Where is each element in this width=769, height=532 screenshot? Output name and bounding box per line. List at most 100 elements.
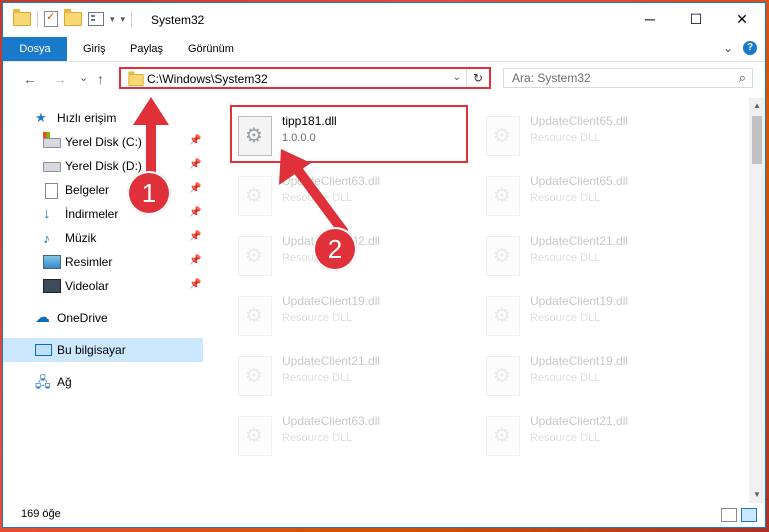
file-item[interactable]: ⚙ UpdateClient21.dll Resource DLL bbox=[480, 226, 710, 284]
pin-icon: 📌 bbox=[189, 255, 202, 266]
sidebar-item-label: Bu bilgisayar bbox=[57, 343, 126, 357]
window-title: System32 bbox=[151, 13, 205, 27]
address-path[interactable]: C:\Windows\System32 bbox=[147, 72, 268, 86]
gear-icon: ⚙ bbox=[245, 185, 263, 207]
gear-icon: ⚙ bbox=[245, 425, 263, 447]
tab-view[interactable]: Görünüm bbox=[188, 37, 234, 61]
disk-icon bbox=[43, 132, 61, 148]
pin-icon: 📌 bbox=[189, 231, 202, 242]
dll-file-icon: ⚙ bbox=[238, 236, 272, 276]
sidebar-item-network[interactable]: 🖧 Ağ bbox=[3, 370, 203, 394]
dll-file-icon: ⚙ bbox=[238, 356, 272, 396]
sidebar-item-this-pc[interactable]: Bu bilgisayar bbox=[3, 338, 203, 362]
file-name: UpdateClient19.dll bbox=[282, 294, 381, 308]
scrollbar-thumb[interactable] bbox=[752, 116, 762, 164]
chevron-down-icon[interactable]: ⌄ bbox=[453, 72, 461, 83]
maximize-button[interactable]: ☐ bbox=[673, 3, 719, 35]
scroll-up-icon[interactable]: ▲ bbox=[749, 98, 765, 114]
annotation-arrow-2 bbox=[279, 149, 348, 236]
sidebar-item-label: Müzik bbox=[65, 231, 97, 245]
gear-icon: ⚙ bbox=[493, 305, 511, 327]
tiles-view-icon[interactable] bbox=[741, 508, 757, 522]
file-description: Resource DLL bbox=[282, 312, 353, 324]
navigation-bar: ← → ⌄ ↑ C:\Windows\System32 ⌄ ↻ Ara: Sys… bbox=[3, 62, 765, 96]
vertical-scrollbar[interactable]: ▲ ▼ bbox=[749, 98, 765, 503]
view-switcher bbox=[721, 508, 757, 522]
divider bbox=[37, 11, 38, 27]
chevron-down-icon[interactable]: ▾ bbox=[110, 14, 115, 25]
expand-ribbon-icon[interactable]: ⌄ bbox=[723, 41, 733, 55]
close-button[interactable]: ✕ bbox=[719, 3, 765, 35]
download-icon: ↓ bbox=[43, 205, 51, 222]
gear-icon: ⚙ bbox=[493, 125, 511, 147]
step-1-badge: 1 bbox=[127, 171, 171, 215]
address-bar[interactable]: C:\Windows\System32 ⌄ ↻ bbox=[119, 67, 491, 89]
sidebar-item-downloads[interactable]: ↓ İndirmeler 📌 bbox=[3, 202, 203, 226]
tab-file[interactable]: Dosya bbox=[3, 37, 67, 61]
forward-arrow-icon[interactable]: → bbox=[53, 71, 67, 87]
item-count: 169 öğe bbox=[21, 508, 61, 520]
sidebar-item-label: OneDrive bbox=[57, 311, 108, 325]
sidebar-item-label: Hızlı erişim bbox=[57, 111, 117, 125]
sidebar-item-pictures[interactable]: Resimler 📌 bbox=[3, 250, 203, 274]
file-item[interactable]: ⚙ UpdateClient65.dll Resource DLL bbox=[480, 106, 710, 164]
file-item[interactable]: ⚙ UpdateClient63.dll Resource DLL bbox=[232, 406, 462, 464]
view-icon[interactable] bbox=[88, 12, 104, 26]
gear-icon: ⚙ bbox=[493, 245, 511, 267]
dll-file-icon: ⚙ bbox=[486, 296, 520, 336]
new-folder-icon[interactable] bbox=[64, 9, 82, 26]
videos-icon bbox=[43, 279, 61, 293]
file-item[interactable]: ⚙ UpdateClient19.dll Resource DLL bbox=[480, 286, 710, 344]
back-arrow-icon[interactable]: ← bbox=[23, 71, 37, 87]
gear-icon: ⚙ bbox=[245, 245, 263, 267]
ribbon-controls: ⌄ ? bbox=[723, 41, 757, 55]
quick-access-toolbar: ▾ ▾ bbox=[13, 9, 133, 27]
file-description: Resource DLL bbox=[530, 432, 601, 444]
gear-icon: ⚙ bbox=[245, 305, 263, 327]
file-name: UpdateClient65.dll bbox=[530, 114, 629, 128]
file-item[interactable]: ⚙ UpdateClient19.dll Resource DLL bbox=[232, 286, 462, 344]
recent-locations-icon[interactable]: ⌄ bbox=[79, 71, 88, 84]
pin-icon: 📌 bbox=[189, 183, 202, 194]
star-icon: ★ bbox=[35, 110, 47, 125]
gear-icon: ⚙ bbox=[493, 365, 511, 387]
up-arrow-icon[interactable]: ↑ bbox=[97, 71, 104, 87]
refresh-icon[interactable]: ↻ bbox=[466, 69, 489, 87]
search-box[interactable]: Ara: System32 ⌕ bbox=[503, 68, 753, 88]
pin-icon: 📌 bbox=[189, 207, 202, 218]
sidebar-item-onedrive[interactable]: ☁ OneDrive bbox=[3, 306, 203, 330]
minimize-button[interactable]: ─ bbox=[627, 3, 673, 35]
dll-file-icon: ⚙ bbox=[238, 176, 272, 216]
file-item[interactable]: ⚙ UpdateClient19.dll Resource DLL bbox=[480, 346, 710, 404]
sidebar-item-label: Belgeler bbox=[65, 183, 110, 197]
step-2-badge: 2 bbox=[313, 227, 357, 271]
file-name: UpdateClient21.dll bbox=[282, 354, 381, 368]
gear-icon: ⚙ bbox=[493, 185, 511, 207]
tab-home[interactable]: Giriş bbox=[83, 37, 106, 61]
computer-icon bbox=[35, 344, 52, 356]
dll-file-icon: ⚙ bbox=[486, 236, 520, 276]
dll-file-icon: ⚙ bbox=[486, 116, 520, 156]
pin-icon: 📌 bbox=[189, 135, 202, 146]
properties-icon[interactable] bbox=[44, 10, 58, 27]
file-name: UpdateClient19.dll bbox=[530, 354, 629, 368]
title-bar: ▾ ▾ System32 ─ ☐ ✕ bbox=[3, 3, 765, 37]
search-icon[interactable]: ⌕ bbox=[739, 70, 746, 86]
help-icon[interactable]: ? bbox=[743, 41, 757, 55]
customize-toolbar-icon[interactable]: ▾ bbox=[121, 14, 126, 25]
file-description: Resource DLL bbox=[282, 432, 353, 444]
sidebar-item-videos[interactable]: Videolar 📌 bbox=[3, 274, 203, 298]
music-icon: ♪ bbox=[43, 230, 50, 246]
file-item[interactable]: ⚙ UpdateClient21.dll Resource DLL bbox=[480, 406, 710, 464]
file-description: Resource DLL bbox=[282, 372, 353, 384]
dll-file-icon: ⚙ bbox=[238, 416, 272, 456]
details-view-icon[interactable] bbox=[721, 508, 737, 522]
caption-buttons: ─ ☐ ✕ bbox=[627, 3, 765, 35]
tab-share[interactable]: Paylaş bbox=[130, 37, 163, 61]
sidebar-item-music[interactable]: ♪ Müzik 📌 bbox=[3, 226, 203, 250]
scroll-down-icon[interactable]: ▼ bbox=[749, 487, 765, 503]
search-input[interactable]: Ara: System32 bbox=[512, 71, 591, 85]
file-item[interactable]: ⚙ UpdateClient21.dll Resource DLL bbox=[232, 346, 462, 404]
file-item[interactable]: ⚙ UpdateClient65.dll Resource DLL bbox=[480, 166, 710, 224]
sidebar-item-label: Videolar bbox=[65, 279, 109, 293]
